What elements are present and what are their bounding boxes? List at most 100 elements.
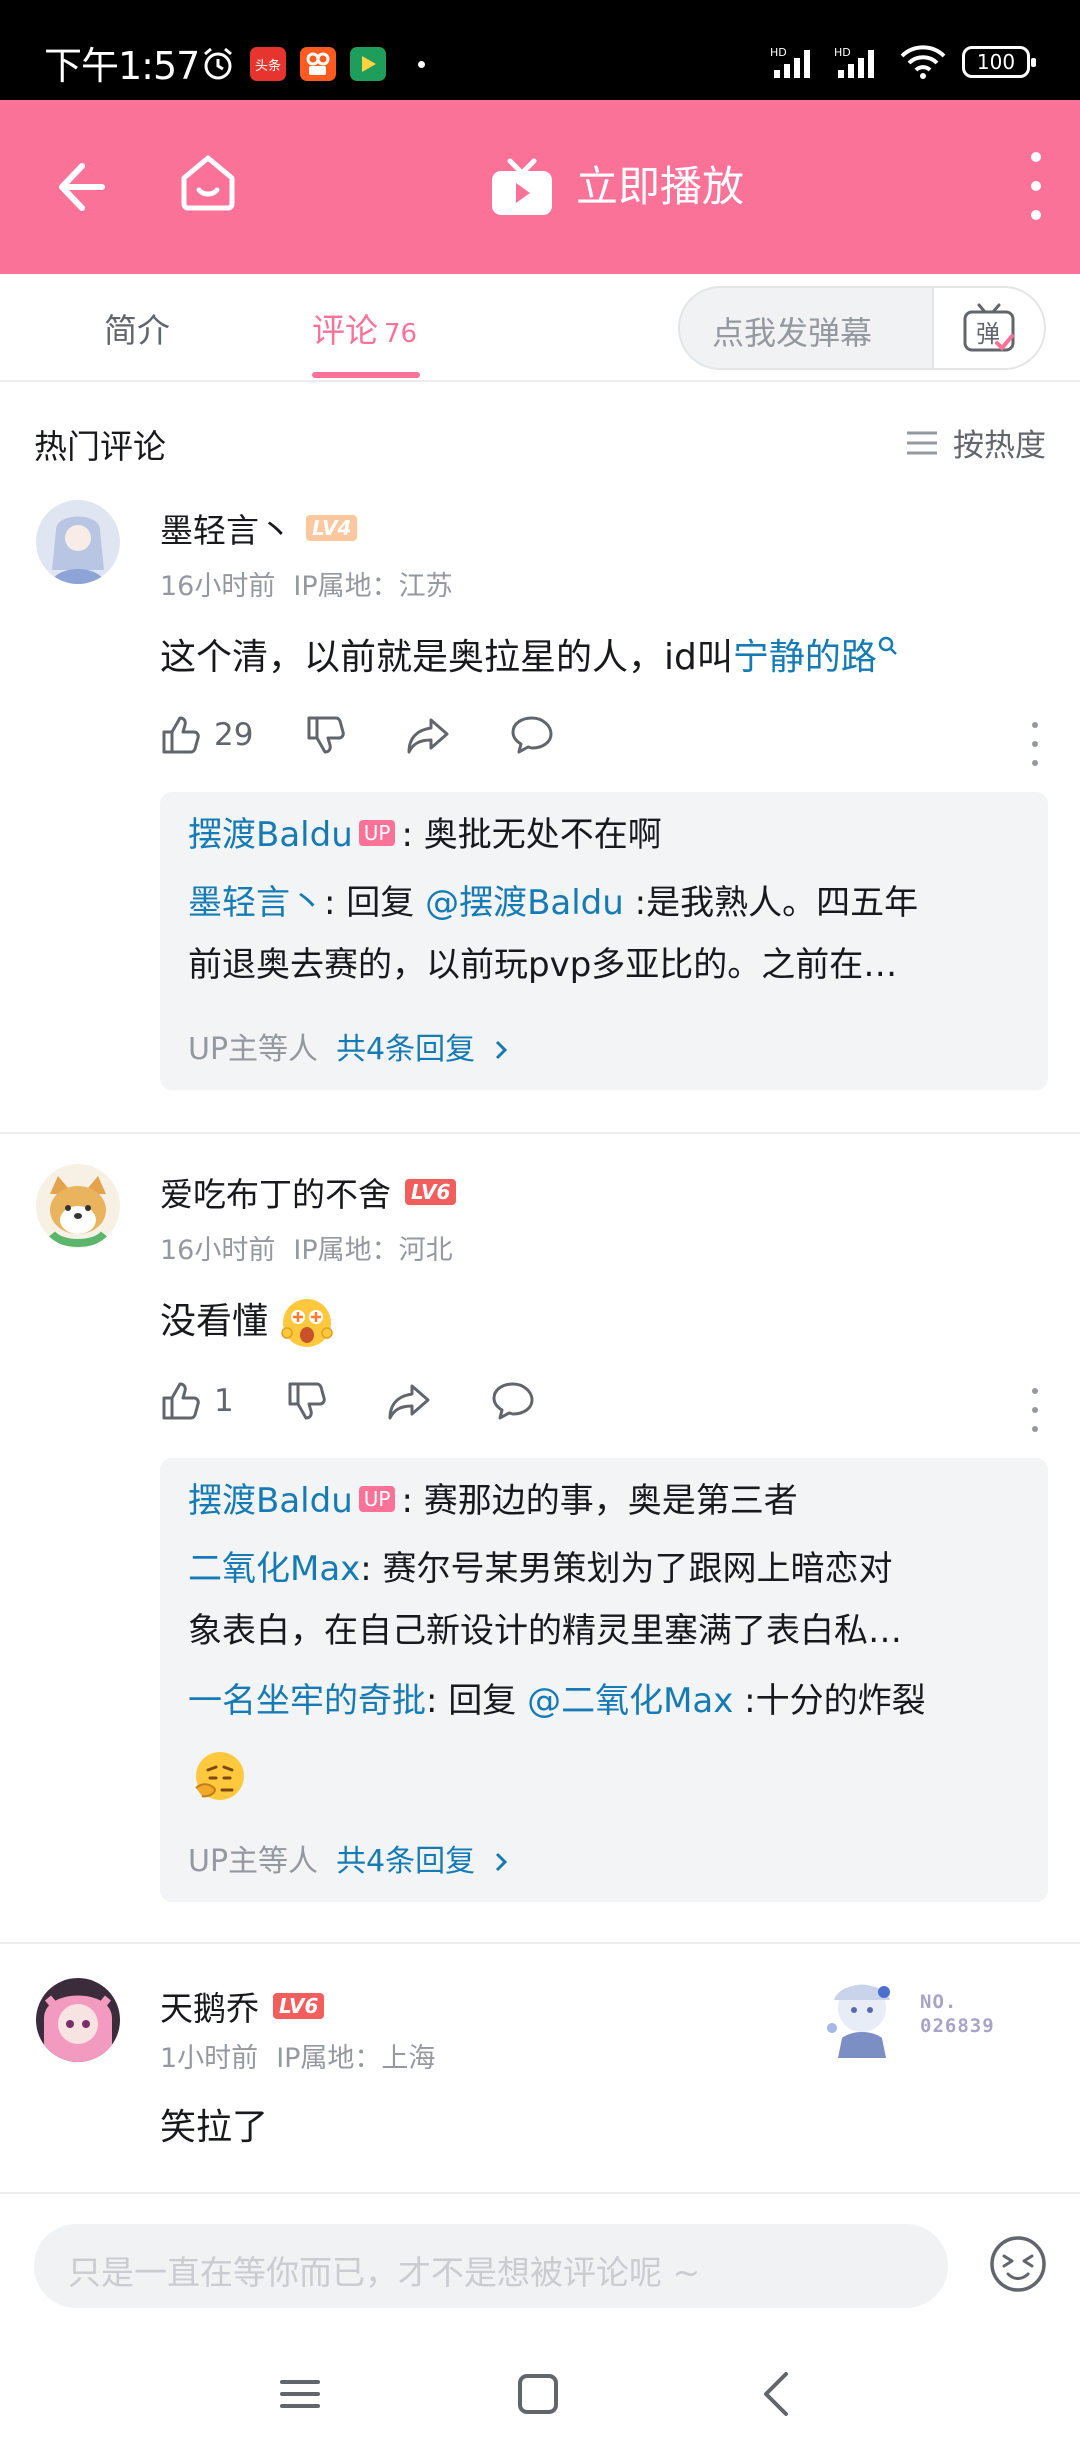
- danmaku-input[interactable]: 点我发弹幕 弹: [678, 286, 1046, 370]
- comment-divider: [0, 1942, 1080, 1944]
- like-count: 1: [214, 1383, 234, 1419]
- avatar[interactable]: [36, 500, 120, 584]
- like-button[interactable]: 1: [160, 1380, 234, 1422]
- level-badge: LV4: [306, 515, 358, 541]
- reply-text: : 奥批无处不在啊: [401, 815, 662, 855]
- sort-label: 按热度: [953, 428, 1046, 464]
- reply-line-continued: 象表白，在自己新设计的精灵里塞满了表白私…: [188, 1611, 902, 1651]
- like-button[interactable]: 29: [160, 714, 253, 756]
- comment-username[interactable]: 墨轻言丶 LV4: [160, 504, 358, 552]
- comment-username[interactable]: 天鹅乔 LV6: [160, 1982, 325, 2030]
- dislike-button[interactable]: [286, 1380, 328, 1422]
- status-right-icons: HD HD 100: [770, 44, 1036, 80]
- avatar[interactable]: [36, 1978, 120, 2062]
- comment-text: 这个清，以前就是奥拉星的人，id叫宁静的路: [160, 628, 899, 680]
- reply-user[interactable]: 摆渡Baldu: [188, 1481, 353, 1521]
- danmaku-toggle-button[interactable]: 弹: [932, 288, 1044, 368]
- dislike-button[interactable]: [305, 714, 347, 756]
- sort-by-hot-button[interactable]: 按热度: [905, 420, 1046, 465]
- search-icon: [878, 636, 897, 655]
- reply-button[interactable]: [509, 714, 555, 756]
- thinking-emoji-icon: [195, 1752, 244, 1800]
- reply-mention[interactable]: @二氧化Max: [527, 1681, 733, 1721]
- thumbs-up-icon: [162, 1382, 200, 1420]
- reply-button[interactable]: [490, 1380, 536, 1422]
- reply-total-link[interactable]: 共4条回复: [336, 1844, 475, 1879]
- reply-user[interactable]: 一名坐牢的奇批: [188, 1681, 426, 1721]
- reply-text: : 赛那边的事，奥是第三者: [401, 1481, 798, 1521]
- comment-actions: 1: [160, 1380, 536, 1422]
- search-link[interactable]: 宁静的路: [733, 637, 877, 678]
- back-arrow-icon[interactable]: [44, 152, 114, 222]
- reply-panel[interactable]: 摆渡Baldu UP: 奥批无处不在啊 墨轻言丶: 回复 @摆渡Baldu :是我…: [160, 792, 1048, 1090]
- sort-lines-icon: [907, 431, 937, 454]
- reply-footer[interactable]: UP主等人 共4条回复: [188, 1024, 511, 1068]
- comment-ip: IP属地：江苏: [293, 571, 453, 602]
- comment-input-bar: 只是一直在等你而已，才不是想被评论呢 ~: [0, 2192, 1080, 2460]
- reply-line: 二氧化Max: 赛尔号某男策划为了跟网上暗恋对: [188, 1544, 1020, 1594]
- level-badge: LV6: [273, 1993, 325, 2019]
- reply-user[interactable]: 二氧化Max: [188, 1549, 360, 1589]
- fan-badge-number: 026839: [920, 2015, 995, 2037]
- comment-meta: 16小时前 IP属地：江苏: [160, 564, 471, 603]
- comment-more-icon[interactable]: [1030, 1388, 1040, 1432]
- home-nav-icon[interactable]: [508, 2364, 568, 2424]
- reply-footer[interactable]: UP主等人 共4条回复: [188, 1836, 511, 1880]
- comment-username[interactable]: 爱吃布丁的不舍 LV6: [160, 1168, 457, 1216]
- comment-meta: 1小时前 IP属地：上海: [160, 2036, 453, 2075]
- reply-line: 一名坐牢的奇批: 回复 @二氧化Max :十分的炸裂: [188, 1676, 1020, 1726]
- up-badge: UP: [358, 1486, 396, 1512]
- reply-user[interactable]: 墨轻言丶: [188, 883, 324, 923]
- thumbs-down-icon: [307, 716, 346, 754]
- tv-play-icon: [492, 158, 552, 215]
- emoji-picker-icon[interactable]: [988, 2234, 1048, 2294]
- comment-actions: 29: [160, 714, 555, 756]
- comment-body: 这个清，以前就是奥拉星的人，id叫: [160, 637, 733, 678]
- kuaishou-app-icon: [300, 47, 336, 81]
- comment-body: 没看懂: [160, 1301, 269, 1342]
- thumbs-down-icon: [288, 1382, 326, 1420]
- comment-meta: 16小时前 IP属地：河北: [160, 1228, 471, 1267]
- share-button[interactable]: [386, 1380, 432, 1422]
- recent-apps-icon[interactable]: [270, 2364, 330, 2424]
- play-now-button[interactable]: 立即播放: [490, 150, 744, 224]
- like-count: 29: [214, 717, 254, 753]
- chevron-right-icon: [495, 1852, 507, 1872]
- more-menu-icon[interactable]: [1020, 148, 1052, 224]
- video-header: 立即播放: [0, 100, 1080, 274]
- back-nav-icon[interactable]: [748, 2364, 808, 2424]
- reply-text: : 赛尔号某男策划为了跟网上暗恋对: [360, 1549, 893, 1589]
- fan-badge[interactable]: NO. 026839: [812, 1968, 1012, 2064]
- reply-total-link[interactable]: 共4条回复: [336, 1032, 475, 1067]
- signal-hd-1-icon: HD: [770, 46, 810, 78]
- comment-time: 16小时前: [160, 1235, 276, 1266]
- svg-text:HD: HD: [770, 46, 787, 59]
- tab-comments[interactable]: 评论 76: [312, 304, 417, 352]
- fan-badge-label: NO.: [920, 1991, 958, 2013]
- username-text: 天鹅乔: [160, 1989, 259, 2028]
- avatar[interactable]: [36, 1164, 120, 1248]
- hot-comments-title: 热门评论: [34, 427, 166, 466]
- home-icon[interactable]: [172, 146, 244, 218]
- comment-bubble-icon: [511, 716, 553, 754]
- svg-text:HD: HD: [834, 46, 851, 59]
- comment-more-icon[interactable]: [1030, 722, 1040, 766]
- danmaku-icon: 弹: [963, 303, 1015, 352]
- reply-text: : 回复: [426, 1681, 528, 1721]
- reply-line: 摆渡Baldu UP: 奥批无处不在啊: [188, 810, 1020, 860]
- comment-divider: [0, 1132, 1080, 1134]
- comment-input[interactable]: 只是一直在等你而已，才不是想被评论呢 ~: [34, 2224, 948, 2308]
- reply-panel[interactable]: 摆渡Baldu UP: 赛那边的事，奥是第三者 二氧化Max: 赛尔号某男策划为了…: [160, 1458, 1048, 1902]
- username-text: 墨轻言丶: [160, 511, 292, 550]
- comment-ip: IP属地：上海: [276, 2043, 436, 2074]
- status-left-icons: 头条: [200, 46, 425, 82]
- toutiao-app-icon: 头条: [250, 47, 286, 81]
- tab-intro[interactable]: 简介: [104, 304, 170, 352]
- reply-user[interactable]: 摆渡Baldu: [188, 815, 353, 855]
- share-button[interactable]: [405, 714, 451, 756]
- tab-comments-label: 评论: [312, 311, 378, 350]
- comment-bubble-icon: [492, 1382, 534, 1420]
- reply-mention[interactable]: @摆渡Baldu: [425, 883, 624, 923]
- alarm-icon: [204, 47, 232, 80]
- status-bar: 下午1:57 头条 HD HD 100: [0, 0, 1080, 100]
